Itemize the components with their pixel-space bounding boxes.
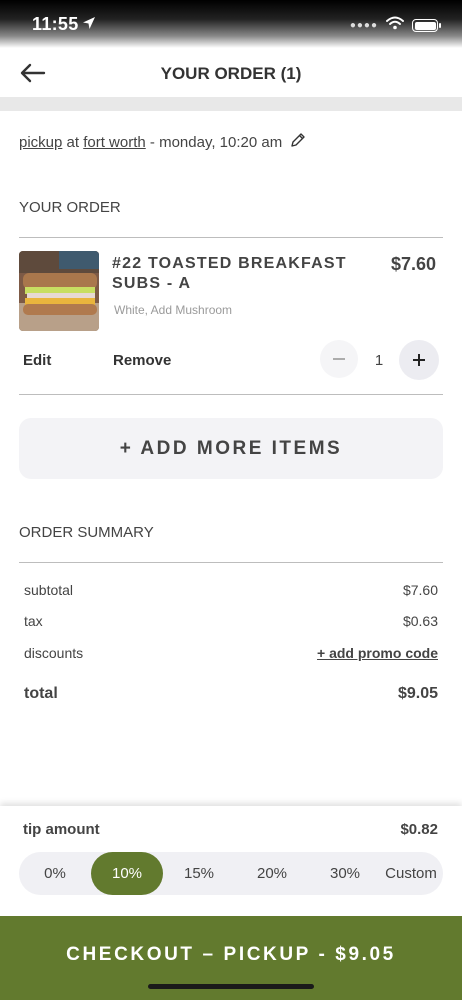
tip-option-20[interactable]: 20%	[235, 852, 309, 895]
pickup-mode-link[interactable]: pickup	[19, 134, 62, 151]
total-label: total	[24, 685, 58, 702]
tip-amount-label: tip amount	[23, 821, 100, 838]
tax-value: $0.63	[402, 613, 438, 629]
header: YOUR ORDER (1)	[0, 48, 462, 98]
location-arrow-icon	[82, 16, 96, 35]
tax-row: tax $0.63	[24, 613, 438, 629]
quantity-decrease-button[interactable]	[320, 340, 358, 378]
subtotal-row: subtotal $7.60	[24, 582, 438, 598]
item-price: $7.60	[390, 254, 436, 274]
tip-panel: tip amount $0.82 0% 10% 15% 20% 30% Cust…	[0, 806, 462, 918]
total-row: total $9.05	[24, 685, 438, 703]
pickup-location-link[interactable]: fort worth	[83, 134, 146, 151]
tip-option-0[interactable]: 0%	[19, 852, 91, 895]
add-more-items-button[interactable]: + ADD MORE ITEMS	[19, 418, 443, 479]
pickup-time-text: - monday, 10:20 am	[149, 133, 283, 151]
subtotal-value: $7.60	[402, 582, 438, 598]
page-title: YOUR ORDER (1)	[160, 64, 302, 83]
tip-amount-value: $0.82	[400, 821, 438, 838]
quantity-value: 1	[374, 352, 384, 369]
subtotal-label: subtotal	[24, 582, 74, 598]
tip-option-15[interactable]: 15%	[163, 852, 235, 895]
tip-selector: 0% 10% 15% 20% 30% Custom	[19, 852, 443, 895]
wifi-icon	[386, 16, 404, 35]
tip-option-custom[interactable]: Custom	[381, 852, 441, 895]
order-summary-heading: ORDER SUMMARY	[19, 524, 154, 541]
tax-label: tax	[24, 613, 43, 629]
discounts-label: discounts	[24, 645, 84, 661]
status-indicators: ●●●●	[349, 16, 441, 35]
item-image	[19, 251, 99, 331]
remove-item-button[interactable]: Remove	[113, 352, 171, 369]
total-value: $9.05	[397, 685, 438, 702]
item-name[interactable]: #22 TOASTED BREAKFAST SUBS - A	[112, 254, 367, 294]
quantity-increase-button[interactable]	[399, 340, 439, 380]
signal-dots-icon: ●●●●	[349, 20, 378, 31]
discounts-row: discounts + add promo code	[24, 645, 438, 661]
pickup-info: pickup at fort worth - monday, 10:20 am	[19, 132, 306, 152]
minus-icon	[333, 358, 345, 360]
item-modifiers: White, Add Mushroom	[114, 303, 233, 317]
header-divider	[0, 97, 462, 111]
plus-icon	[413, 354, 425, 366]
tip-option-30[interactable]: 30%	[309, 852, 381, 895]
divider	[19, 394, 443, 395]
pickup-at-text: at	[66, 133, 80, 151]
home-indicator	[148, 984, 314, 989]
status-bar: 11:55 ●●●●	[0, 0, 462, 48]
status-time: 11:55	[32, 14, 79, 34]
battery-icon	[412, 19, 441, 32]
checkout-label: CHECKOUT – PICKUP - $9.05	[66, 944, 396, 965]
pencil-icon[interactable]	[290, 132, 306, 152]
your-order-heading: YOUR ORDER	[19, 199, 121, 216]
divider	[19, 562, 443, 563]
divider	[19, 237, 443, 238]
edit-item-button[interactable]: Edit	[23, 352, 51, 369]
checkout-button[interactable]: CHECKOUT – PICKUP - $9.05	[0, 916, 462, 1000]
tip-option-10[interactable]: 10%	[91, 852, 163, 895]
add-promo-code-link[interactable]: + add promo code	[317, 645, 438, 661]
